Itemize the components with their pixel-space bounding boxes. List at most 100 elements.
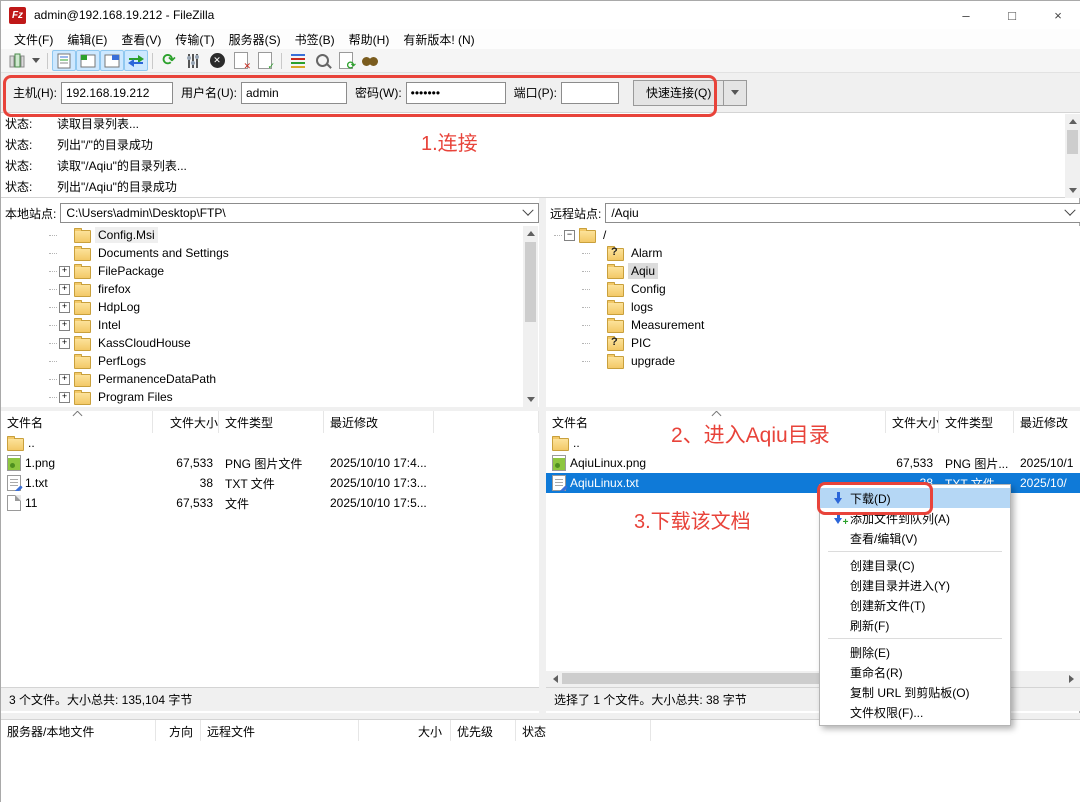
menubar-item[interactable]: 传输(T) xyxy=(168,29,221,50)
scroll-up-icon[interactable] xyxy=(1065,114,1080,129)
password-input[interactable] xyxy=(406,82,506,104)
scroll-up-icon[interactable] xyxy=(523,226,538,241)
tree-item[interactable]: logs xyxy=(546,298,1080,316)
tree-expander-icon[interactable]: + xyxy=(59,374,70,385)
file-row[interactable]: .. xyxy=(1,433,539,453)
queue-column-2[interactable]: 远程文件 xyxy=(201,720,359,742)
scroll-left-icon[interactable] xyxy=(548,671,563,686)
scroll-right-icon[interactable] xyxy=(1064,671,1079,686)
quickconnect-dropdown[interactable] xyxy=(724,80,747,106)
refresh-button[interactable]: ⟳ xyxy=(157,50,181,71)
tree-item[interactable]: +Program Files xyxy=(1,388,523,406)
toggle-local-tree-button[interactable] xyxy=(76,50,100,71)
context-menu-item[interactable]: +添加文件到队列(A) xyxy=(820,508,1010,528)
file-row[interactable]: 1167,533文件2025/10/10 17:5... xyxy=(1,493,539,513)
menubar-item[interactable]: 编辑(E) xyxy=(60,29,114,50)
tree-item[interactable]: ?PIC xyxy=(546,334,1080,352)
tree-expander-icon[interactable]: − xyxy=(564,230,575,241)
local-tree-scrollbar[interactable] xyxy=(523,226,538,407)
port-input[interactable] xyxy=(561,82,619,104)
context-menu-item[interactable]: 创建目录并进入(Y) xyxy=(820,575,1010,595)
toggle-log-button[interactable] xyxy=(52,50,76,71)
host-input[interactable] xyxy=(61,82,173,104)
queue-column-4[interactable]: 优先级 xyxy=(451,720,516,742)
queue-column-3[interactable]: 大小 xyxy=(359,720,451,742)
column-header-3[interactable]: 最近修改 xyxy=(1014,411,1080,433)
tree-item[interactable]: Config xyxy=(546,280,1080,298)
column-header-1[interactable]: 文件大小 xyxy=(153,411,219,433)
scroll-down-icon[interactable] xyxy=(523,392,538,407)
column-header-3[interactable]: 最近修改 xyxy=(324,411,434,433)
column-header-2[interactable]: 文件类型 xyxy=(219,411,324,433)
tree-item[interactable]: PerfLogs xyxy=(1,352,523,370)
tree-item[interactable]: −/ xyxy=(546,226,1080,244)
menubar-item[interactable]: 服务器(S) xyxy=(222,29,288,50)
tree-item[interactable]: +firefox xyxy=(1,280,523,298)
column-header-0[interactable]: 文件名 xyxy=(1,411,153,433)
queue-column-1[interactable]: 方向 xyxy=(156,720,201,742)
confirm-queue-button[interactable]: ✓ xyxy=(253,50,277,71)
context-menu-item[interactable]: 删除(E) xyxy=(820,642,1010,662)
file-row[interactable]: 1.png67,533PNG 图片文件2025/10/10 17:4... xyxy=(1,453,539,473)
menubar-item[interactable]: 有新版本! (N) xyxy=(396,29,481,50)
menubar-item[interactable]: 查看(V) xyxy=(114,29,168,50)
filter-search-button[interactable] xyxy=(310,50,334,71)
context-menu-item[interactable]: 创建新文件(T) xyxy=(820,595,1010,615)
scrollbar-thumb[interactable] xyxy=(525,242,536,322)
log-scrollbar[interactable] xyxy=(1065,114,1080,198)
scroll-down-icon[interactable] xyxy=(1065,183,1080,198)
tree-item[interactable]: Aqiu xyxy=(546,262,1080,280)
context-menu-item[interactable]: 查看/编辑(V) xyxy=(820,528,1010,548)
context-menu-item[interactable]: 重命名(R) xyxy=(820,662,1010,682)
toggle-queue-button[interactable] xyxy=(124,50,148,71)
tree-item[interactable]: upgrade xyxy=(546,352,1080,370)
menubar-item[interactable]: 帮助(H) xyxy=(342,29,397,50)
maximize-button[interactable]: □ xyxy=(989,1,1035,29)
context-menu-item[interactable]: 创建目录(C) xyxy=(820,555,1010,575)
tree-item[interactable]: +KassCloudHouse xyxy=(1,334,523,352)
tree-expander-icon[interactable]: + xyxy=(59,338,70,349)
cancel-button[interactable]: ✕ xyxy=(205,50,229,71)
context-menu-item[interactable]: 刷新(F) xyxy=(820,615,1010,635)
scrollbar-thumb[interactable] xyxy=(1067,130,1078,154)
menubar-item[interactable]: 书签(B) xyxy=(288,29,342,50)
file-row[interactable]: 1.txt38TXT 文件2025/10/10 17:3... xyxy=(1,473,539,493)
quickconnect-button[interactable]: 快速连接(Q) xyxy=(633,80,724,106)
context-menu-item[interactable]: 下载(D) xyxy=(820,488,1010,508)
tree-item[interactable]: +PermanenceDataPath xyxy=(1,370,523,388)
scrollbar-thumb[interactable] xyxy=(562,673,832,684)
site-manager-dropdown[interactable] xyxy=(29,50,43,71)
site-manager-button[interactable] xyxy=(5,50,29,71)
tree-item[interactable]: +HdpLog xyxy=(1,298,523,316)
tree-item[interactable]: Documents and Settings xyxy=(1,244,523,262)
column-header-2[interactable]: 文件类型 xyxy=(939,411,1014,433)
tree-item[interactable]: +Intel xyxy=(1,316,523,334)
tree-expander-icon[interactable]: + xyxy=(59,392,70,403)
remove-from-queue-button[interactable]: ✕ xyxy=(229,50,253,71)
remote-path-combobox[interactable]: /Aqiu xyxy=(605,203,1080,223)
close-button[interactable]: × xyxy=(1035,1,1080,29)
tree-item[interactable]: Config.Msi xyxy=(1,226,523,244)
file-row[interactable]: .. xyxy=(546,433,1080,453)
tree-item[interactable]: Measurement xyxy=(546,316,1080,334)
column-header-1[interactable]: 文件大小 xyxy=(886,411,939,433)
context-menu-item[interactable]: 复制 URL 到剪贴板(O) xyxy=(820,682,1010,702)
tree-expander-icon[interactable]: + xyxy=(59,320,70,331)
compare-directories-button[interactable] xyxy=(286,50,310,71)
username-input[interactable] xyxy=(241,82,347,104)
file-row[interactable]: AqiuLinux.png67,533PNG 图片...2025/10/1 xyxy=(546,453,1080,473)
find-files-button[interactable] xyxy=(358,50,382,71)
minimize-button[interactable]: – xyxy=(943,1,989,29)
tree-item[interactable]: ?Alarm xyxy=(546,244,1080,262)
tree-expander-icon[interactable]: + xyxy=(59,284,70,295)
queue-column-5[interactable]: 状态 xyxy=(516,720,651,742)
queue-column-0[interactable]: 服务器/本地文件 xyxy=(1,720,156,742)
synchronized-browsing-button[interactable]: ⟳ xyxy=(334,50,358,71)
column-header-0[interactable]: 文件名 xyxy=(546,411,886,433)
toggle-remote-tree-button[interactable] xyxy=(100,50,124,71)
panel-splitter[interactable] xyxy=(539,198,546,713)
tree-expander-icon[interactable]: + xyxy=(59,302,70,313)
process-queue-button[interactable] xyxy=(181,50,205,71)
local-path-combobox[interactable]: C:\Users\admin\Desktop\FTP\ xyxy=(60,203,539,223)
tree-item[interactable]: +FilePackage xyxy=(1,262,523,280)
